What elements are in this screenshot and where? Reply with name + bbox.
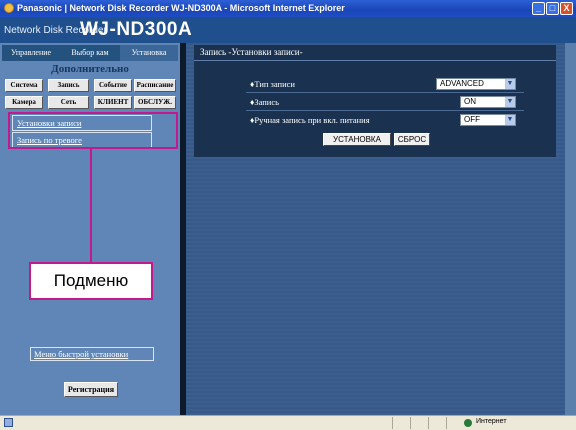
status-separator — [392, 417, 393, 429]
status-separator — [410, 417, 411, 429]
reset-button[interactable]: СБРОС — [394, 133, 430, 146]
system-button[interactable]: Система — [5, 79, 43, 92]
quick-setup-link[interactable]: Меню быстрой установки — [30, 347, 154, 361]
callout-connector-line — [90, 149, 92, 262]
title-separator — [194, 60, 556, 61]
window-title-bar: Panasonic | Network Disk Recorder WJ-ND3… — [0, 0, 576, 17]
recording-type-select[interactable]: ADVANCED ▼ — [436, 78, 516, 90]
client-button[interactable]: КЛИЕНТ — [94, 96, 132, 109]
maintenance-button[interactable]: ОБСЛУЖ. — [134, 96, 176, 109]
recording-select[interactable]: ON ▼ — [460, 96, 516, 108]
security-zone-label: Интернет — [476, 418, 507, 425]
internet-explorer-icon — [4, 3, 14, 13]
internet-zone-icon — [464, 419, 472, 427]
chevron-down-icon: ▼ — [505, 115, 515, 125]
status-separator — [446, 417, 447, 429]
camera-button[interactable]: Камера — [5, 96, 43, 109]
tab-bar: Управление Выбор кам Установка — [0, 45, 180, 61]
maximize-button[interactable]: □ — [546, 2, 559, 15]
tab-control[interactable]: Управление — [2, 45, 60, 61]
close-button[interactable]: X — [560, 2, 573, 15]
tab-camera-select[interactable]: Выбор кам — [60, 45, 120, 61]
window-title: Panasonic | Network Disk Recorder WJ-ND3… — [17, 3, 345, 13]
status-separator — [428, 417, 429, 429]
status-bar: Интернет — [0, 415, 576, 430]
minimize-button[interactable]: _ — [532, 2, 545, 15]
manual-recording-label: ♦Ручная запись при вкл. питания — [250, 115, 370, 125]
page-title: Запись -Установки записи- — [200, 47, 303, 57]
app-header: Network Disk Recorder WJ-ND300A — [0, 17, 576, 43]
submenu-highlight-box — [8, 112, 178, 149]
vertical-scrollbar[interactable] — [565, 43, 576, 415]
recording-label: ♦Запись — [250, 97, 280, 107]
tab-setup[interactable]: Установка — [120, 45, 178, 61]
chevron-down-icon: ▼ — [505, 97, 515, 107]
chevron-down-icon: ▼ — [505, 79, 515, 89]
recording-type-value: ADVANCED — [440, 79, 484, 88]
page-status-icon — [4, 418, 13, 427]
model-name: WJ-ND300A — [80, 19, 193, 40]
manual-recording-value: OFF — [464, 115, 480, 124]
recording-value: ON — [464, 97, 476, 106]
recording-button[interactable]: Запись — [48, 79, 89, 92]
row-divider — [246, 92, 524, 93]
set-button[interactable]: УСТАНОВКА — [323, 133, 391, 146]
schedule-button[interactable]: Расписание — [134, 79, 176, 92]
section-title: Дополнительно — [51, 63, 129, 75]
network-button[interactable]: Сеть — [48, 96, 89, 109]
row-divider — [246, 110, 524, 111]
manual-recording-select[interactable]: OFF ▼ — [460, 114, 516, 126]
event-button[interactable]: Событие — [94, 79, 132, 92]
submenu-callout: Подменю — [29, 262, 153, 300]
register-button[interactable]: Регистрация — [64, 382, 118, 397]
recording-type-label: ♦Тип записи — [250, 79, 295, 89]
